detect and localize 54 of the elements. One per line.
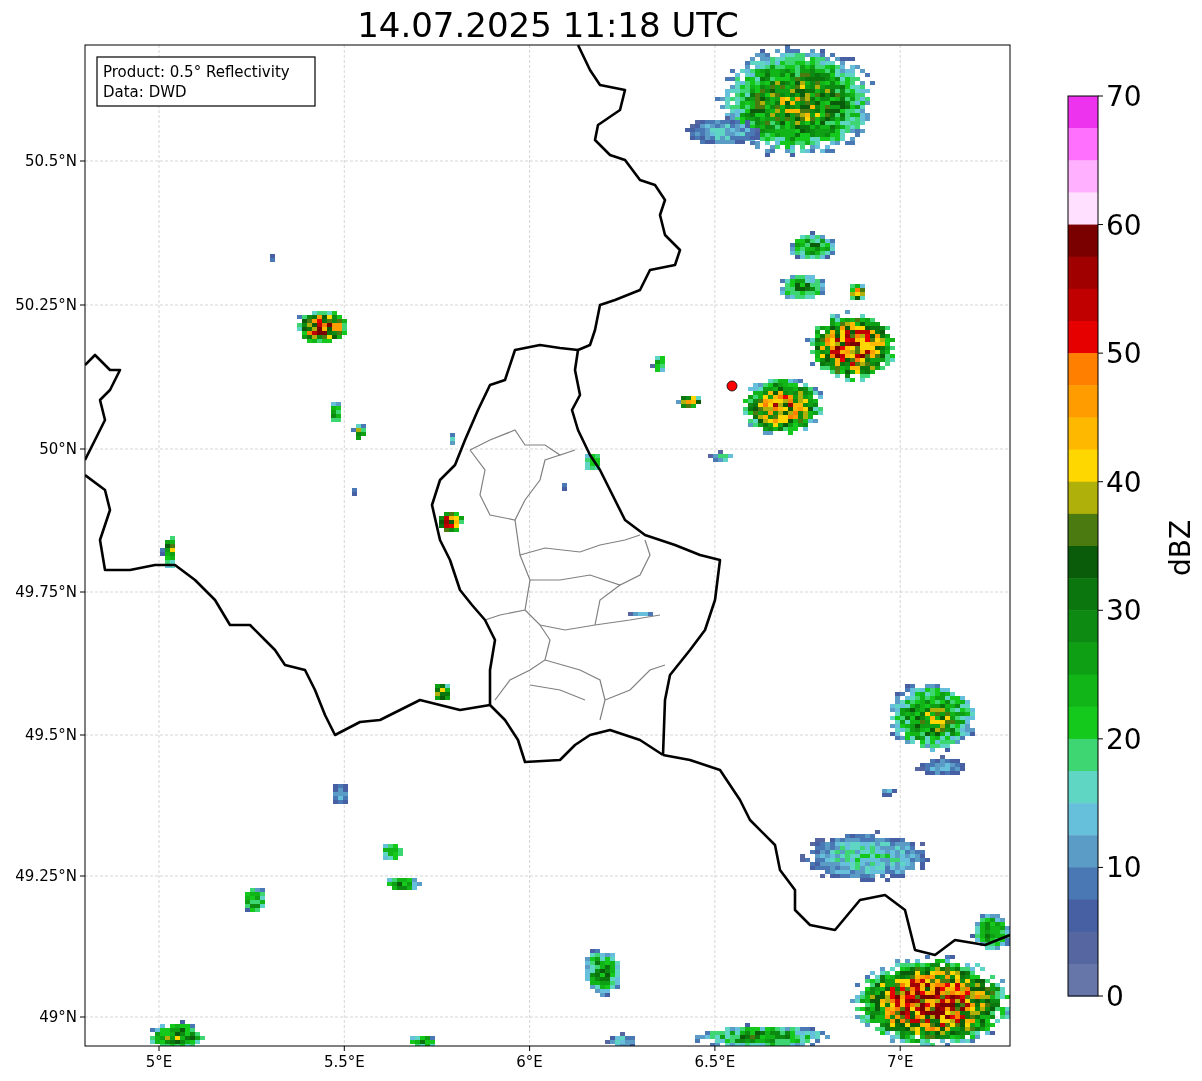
radar-echo [245,888,265,912]
radar-echo [387,878,422,890]
radar-echo [628,612,653,616]
radar-echo [150,1020,205,1046]
radar-echo [708,450,733,462]
axis-tick-label: 5°E [145,1053,173,1071]
colorbar-tick-label: 10 [1106,851,1142,885]
axis-tick-label: 49.75°N [15,583,77,601]
radar-echo [676,396,701,408]
colorbar-label: dBZ [1164,519,1197,577]
colorbar-tick-label: 40 [1106,465,1142,499]
radar-echo [435,684,450,700]
radar-echo [585,454,600,470]
radar-echo [270,254,275,262]
info-text: Product: 0.5° Reflectivity [103,63,290,81]
radar-echo [383,844,403,860]
radar-echo [850,284,865,300]
axis-tick-label: 50.5°N [24,152,77,170]
colorbar-tick-label: 50 [1106,337,1142,371]
colorbar-tick-label: 0 [1106,980,1124,1013]
colorbar-tick-label: 60 [1106,208,1142,242]
colorbar-tick-label: 20 [1106,722,1142,756]
radar-echo [331,402,341,422]
radar-echo [650,356,665,372]
radar-echo [790,231,835,259]
radar-echo [410,1036,435,1046]
info-text: Data: DWD [103,83,187,101]
radar-echo [605,1032,635,1046]
axis-tick-label: 50.25°N [15,296,77,314]
axis-tick-label: 50°N [39,440,77,458]
axis-tick-label: 49.25°N [15,867,77,885]
radar-echo [780,275,825,299]
radar-echo [450,433,455,445]
axis-tick-label: 6.5°E [694,1053,736,1071]
radar-echo [352,488,357,496]
axis-tick-label: 49°N [39,1008,77,1026]
radar-echo [585,949,620,997]
radar-echo [970,914,1010,950]
radar-echo [351,424,366,440]
radar-echo [160,536,175,568]
axis-tick-label: 49.5°N [24,726,77,744]
axis-tick-label: 6°E [516,1053,543,1071]
radar-echo [915,755,965,775]
axis-tick-label: 5.5°E [323,1053,365,1071]
axis-tick-label: 7°E [886,1053,914,1071]
colorbar-tick-label: 30 [1106,594,1142,628]
radar-echo [439,512,464,532]
radar-echo [882,789,897,797]
radar-echo [297,311,347,343]
radar-echo [333,784,348,804]
radar-echo [562,483,567,491]
location-marker [726,380,738,392]
chart-title: 14.07.2025 11:18 UTC [357,5,739,45]
colorbar-tick-label: 70 [1106,80,1142,113]
